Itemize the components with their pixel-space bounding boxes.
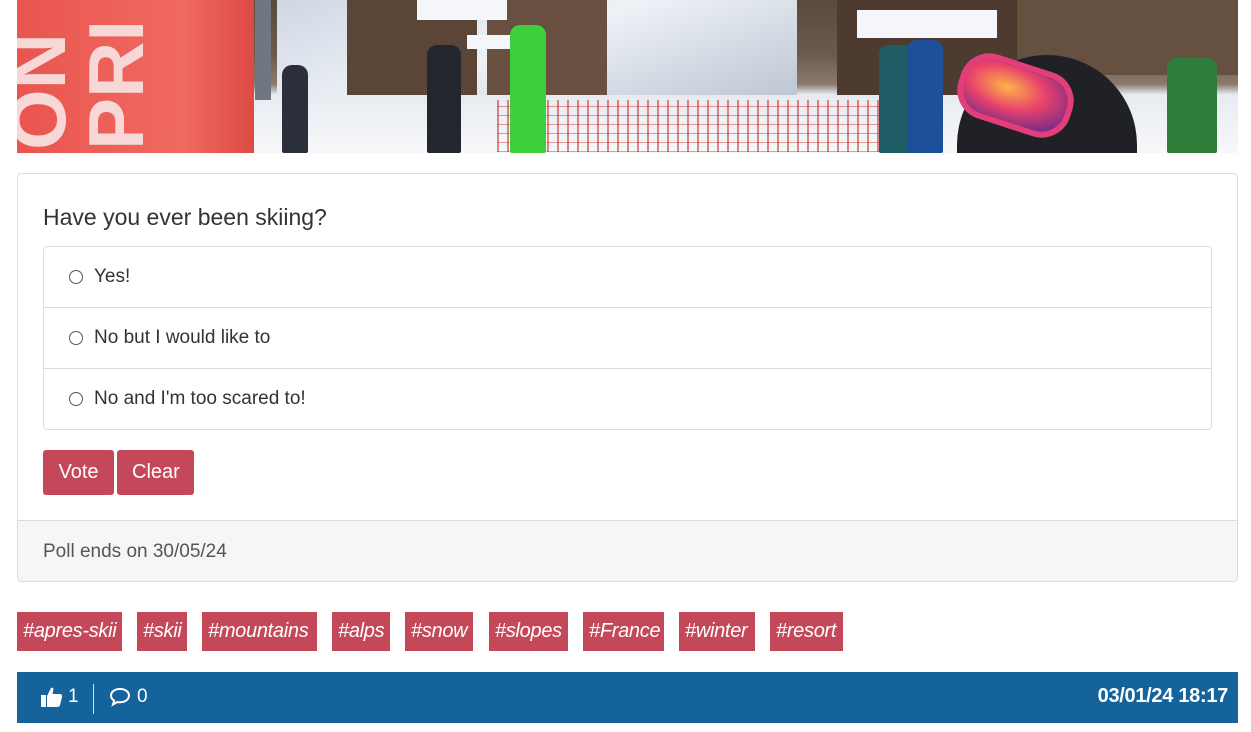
poll-option-label: No and I'm too scared to!	[94, 388, 306, 409]
radio-button[interactable]	[69, 270, 83, 284]
skier	[510, 25, 546, 153]
snow-roof	[417, 0, 507, 20]
like-count: 1	[68, 686, 79, 707]
snow-roof	[857, 10, 997, 38]
poll-option-label: Yes!	[94, 266, 131, 287]
post-footer-bar: 1 0 03/01/24 18:17	[17, 672, 1238, 723]
tag-skii[interactable]: #skii	[137, 612, 187, 651]
ski-fence	[497, 100, 917, 152]
skier	[1167, 58, 1217, 153]
poll-option-would-like[interactable]: No but I would like to	[44, 308, 1211, 369]
poll-footer: Poll ends on 30/05/24	[18, 520, 1237, 581]
comment-bubble-icon	[109, 687, 131, 707]
red-banner-flag: ON PRI	[17, 0, 254, 153]
radio-button[interactable]	[69, 392, 83, 406]
vote-button[interactable]: Vote	[43, 450, 114, 495]
poll-options: Yes! No but I would like to No and I'm t…	[43, 246, 1212, 430]
like-button[interactable]: 1	[41, 686, 79, 708]
skier	[282, 65, 308, 153]
tag-france[interactable]: #France	[583, 612, 664, 651]
poll-option-label: No but I would like to	[94, 327, 271, 348]
divider	[93, 684, 94, 714]
tag-slopes[interactable]: #slopes	[489, 612, 568, 651]
comment-count: 0	[137, 686, 148, 707]
skier	[907, 40, 943, 153]
tag-resort[interactable]: #resort	[770, 612, 843, 651]
poll-option-yes[interactable]: Yes!	[44, 247, 1211, 308]
poll-option-too-scared[interactable]: No and I'm too scared to!	[44, 369, 1211, 429]
poll-question: Have you ever been skiing?	[43, 204, 327, 230]
clear-button[interactable]: Clear	[117, 450, 194, 495]
poll-card: Have you ever been skiing? Yes! No but I…	[17, 173, 1238, 582]
tag-snow[interactable]: #snow	[405, 612, 473, 651]
flag-lettering: ON PRI	[17, 19, 160, 150]
radio-button[interactable]	[69, 331, 83, 345]
skier	[427, 45, 461, 153]
lift-pole	[255, 0, 271, 100]
tag-alps[interactable]: #alps	[332, 612, 390, 651]
tag-apres-skii[interactable]: #apres-skii	[17, 612, 122, 651]
comments-button[interactable]: 0	[109, 686, 148, 708]
tag-winter[interactable]: #winter	[679, 612, 755, 651]
poll-end-date: Poll ends on 30/05/24	[43, 541, 227, 562]
post-timestamp: 03/01/24 18:17	[1097, 685, 1229, 707]
banner-image: ON PRI	[17, 0, 1238, 153]
tag-mountains[interactable]: #mountains	[202, 612, 317, 651]
thumbs-up-icon	[41, 687, 63, 707]
